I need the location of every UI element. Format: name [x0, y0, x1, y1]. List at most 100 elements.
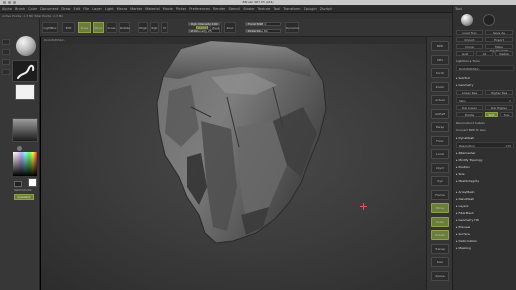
deformation-section[interactable]: Deformation — [456, 238, 514, 244]
preview-section[interactable]: Preview — [456, 224, 514, 230]
scale-button[interactable]: Scale — [106, 22, 117, 33]
right-shelf-button[interactable]: Xpose — [431, 270, 449, 281]
lightbox-tools-link[interactable]: Lightbox ▸ Tools — [456, 58, 514, 64]
focal-shift-slider[interactable]: Focal Shift 0 — [245, 22, 281, 26]
menu-item[interactable]: Draw — [61, 7, 70, 11]
menu-item[interactable]: Zplugin — [303, 7, 316, 11]
right-shelf-button[interactable]: SPix — [431, 54, 449, 65]
menu-item[interactable]: Color — [28, 7, 37, 11]
stroke-icon[interactable] — [12, 60, 38, 82]
menu-item[interactable]: Stroke — [243, 7, 254, 11]
import-button[interactable]: Import — [456, 37, 483, 42]
arraymesh-section[interactable]: ArrayMesh — [456, 189, 514, 195]
smt-button[interactable]: Smt — [485, 112, 498, 117]
divide-button[interactable]: Divide — [456, 112, 483, 117]
goz-button[interactable]: GoZ — [456, 51, 474, 56]
menu-item[interactable]: Alpha — [2, 7, 12, 11]
right-shelf-button[interactable]: Scroll — [431, 68, 449, 78]
gradient-button[interactable]: Gradient — [14, 194, 34, 200]
lightbox-button[interactable]: LightBox — [42, 22, 58, 33]
fibermesh-section[interactable]: FiberMesh — [456, 210, 514, 216]
all-button[interactable]: All — [476, 51, 493, 56]
zremesher-section[interactable]: ZRemesher — [456, 150, 514, 156]
material-icon[interactable] — [17, 146, 22, 151]
del-higher-button[interactable]: Del Higher — [485, 105, 513, 110]
tool-thumbnail-alt[interactable] — [483, 14, 495, 26]
right-shelf-button[interactable]: Actual — [431, 95, 449, 105]
modify-topology-section[interactable]: Modify Topology — [456, 157, 514, 163]
m-button[interactable]: M — [161, 22, 168, 33]
suv-button[interactable]: Suv — [500, 112, 513, 117]
dynamic-button[interactable]: Dynamic — [285, 22, 299, 33]
menu-item[interactable]: Zscript — [320, 7, 332, 11]
alpha-icon[interactable] — [15, 84, 35, 100]
menu-item[interactable]: Macro — [117, 7, 128, 11]
right-shelf-button[interactable]: Move — [431, 203, 449, 213]
z-intensity-slider[interactable]: Z Intensity 25 — [188, 29, 220, 33]
resolution-slider[interactable]: Resolution 128 — [456, 142, 514, 148]
menu-item[interactable]: Light — [105, 7, 114, 11]
menu-item[interactable]: Stencil — [228, 7, 240, 11]
menu-item[interactable]: Preferences — [189, 7, 210, 11]
sphere-brush-icon[interactable] — [16, 36, 36, 56]
higher-res-button[interactable]: Higher Res — [485, 90, 513, 95]
menu-item[interactable]: Picker — [176, 7, 186, 11]
clone-button[interactable]: Clone — [456, 44, 483, 49]
menu-item[interactable]: Marker — [130, 7, 142, 11]
switch-color-label[interactable]: SwitchColor — [14, 188, 32, 192]
export-button[interactable]: Export — [485, 37, 513, 42]
menu-item[interactable]: Material — [145, 7, 159, 11]
right-shelf-button[interactable]: Rotate — [431, 230, 449, 240]
document-canvas[interactable]: RockWithSkin — [41, 37, 426, 290]
menu-item[interactable]: Tool — [273, 7, 280, 11]
menu-items[interactable]: Alpha Brush Color Document Draw Edit File Layer… — [2, 5, 335, 13]
rgb-intensity-slider[interactable]: Rgb Intensity 100 — [188, 22, 220, 26]
lower-res-button[interactable]: Lower Res — [456, 90, 483, 95]
draw-size-slider[interactable]: Draw Size 64 — [245, 29, 281, 33]
shelf-button[interactable] — [2, 39, 10, 45]
geometry-section[interactable]: Geometry — [456, 82, 514, 88]
right-shelf-button[interactable]: Scale — [431, 216, 449, 227]
move-button[interactable]: Move — [93, 22, 104, 33]
right-shelf-button[interactable]: AAHalf — [431, 108, 449, 119]
menu-item[interactable]: Render — [213, 7, 225, 11]
primary-color-swatch[interactable] — [28, 178, 37, 187]
nanomesh-section[interactable]: NanoMesh — [456, 196, 514, 202]
surface-section[interactable]: Surface — [456, 231, 514, 237]
position-section[interactable]: Position — [456, 164, 514, 170]
right-shelf-button[interactable]: Solo — [431, 257, 449, 267]
dynamesh-section[interactable]: DynaMesh — [456, 135, 514, 141]
convert-bpr-button[interactable]: Convert BPR To Geo — [456, 127, 514, 133]
shelf-button[interactable] — [2, 49, 10, 55]
menu-item[interactable]: Layer — [92, 7, 102, 11]
visible-button[interactable]: Visible — [495, 51, 513, 56]
current-tool-thumbnail[interactable] — [461, 14, 473, 26]
draw-button[interactable]: Draw — [78, 22, 91, 33]
menu-item[interactable]: Texture — [257, 7, 270, 11]
zcut-button[interactable]: Zcut — [224, 22, 236, 33]
save-as-button[interactable]: Save As — [485, 30, 513, 35]
del-lower-button[interactable]: Del Lower — [456, 105, 483, 110]
menu-item[interactable]: Movie — [163, 7, 173, 11]
right-shelf-button[interactable]: Local — [431, 149, 449, 159]
color-picker-icon[interactable] — [13, 152, 37, 176]
make-polymesh-button[interactable]: Make PolyMesh3D — [485, 44, 513, 53]
rock-model[interactable] — [41, 37, 426, 290]
right-shelf-button[interactable]: Zoom — [431, 81, 449, 92]
layers-section[interactable]: Layers — [456, 203, 514, 209]
right-shelf-button[interactable]: Xyz — [431, 176, 449, 186]
menu-item[interactable]: Document — [40, 7, 58, 11]
meshintegrity-section[interactable]: MeshIntegrity — [456, 178, 514, 184]
shelf-button[interactable] — [2, 69, 10, 75]
shelf-button[interactable] — [2, 59, 10, 65]
right-shelf-button[interactable]: Frame — [431, 189, 449, 200]
texture-icon[interactable] — [12, 118, 38, 142]
right-shelf-button[interactable]: LSym — [431, 162, 449, 173]
rotate-button[interactable]: Rotate — [119, 22, 130, 33]
menu-item[interactable]: File — [83, 7, 89, 11]
edit-button[interactable]: Edit — [62, 22, 75, 33]
current-tool-name[interactable]: RockWithSkin — [456, 65, 514, 71]
masking-section[interactable]: Masking — [456, 245, 514, 251]
menu-item[interactable]: Brush — [15, 7, 25, 11]
subtool-section[interactable]: SubTool — [456, 75, 514, 81]
